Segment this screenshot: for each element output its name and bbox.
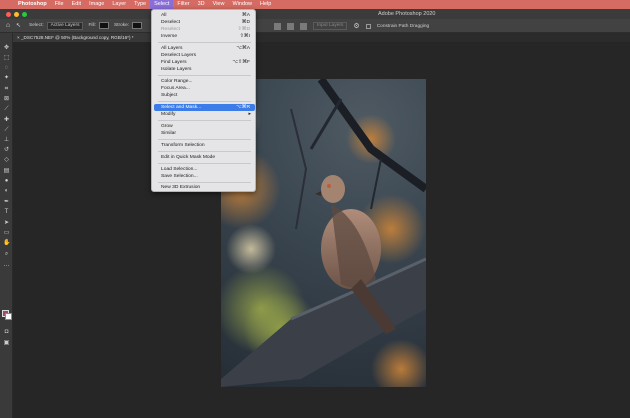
menu-item-isolate-layers[interactable]: Isolate Layers [154,66,255,73]
menu-item-grow[interactable]: Grow [154,123,255,130]
zoom-icon[interactable]: ⌕ [3,251,10,258]
marquee-icon[interactable]: ⬚ [3,55,10,62]
blur-icon[interactable]: ● [3,178,10,185]
path-align-icon[interactable] [287,22,294,30]
fill-swatch[interactable] [98,22,109,29]
options-right-group: Input Layers ⚙ Constrain Path Dragging [274,22,429,30]
stroke-swatch[interactable] [132,22,143,29]
menu-separator [158,139,251,140]
input-layers-button[interactable]: Input Layers [313,22,348,30]
menu-item-select-and-mask[interactable]: Select and Mask... ⌥⌘R [154,104,255,111]
gradient-icon[interactable]: ▤ [3,168,10,175]
path-arrange-icon[interactable] [300,22,307,30]
dodge-icon[interactable]: ◐ [3,188,10,195]
close-window-button[interactable] [6,11,11,17]
window-title-bar: Adobe Photoshop 2020 [0,9,630,19]
move-icon[interactable]: ✥ [3,45,10,52]
tool-preset-icon[interactable]: ↖ [16,22,24,30]
menu-type[interactable]: Type [130,0,150,9]
constrain-label: Constrain Path Dragging [376,23,430,29]
gear-icon[interactable]: ⚙ [353,22,359,30]
hand-icon[interactable]: ✋ [3,240,10,247]
home-icon[interactable]: ⌂ [4,22,12,30]
stroke-label: Stroke: [113,23,130,28]
shape-icon[interactable]: ▭ [3,230,10,237]
menu-separator [158,182,251,183]
menu-item-load-selection[interactable]: Load Selection... [154,166,255,173]
eyedropper-icon[interactable]: ⟋ [3,106,10,113]
pen-icon[interactable]: ✒ [3,199,10,206]
menu-item-focus-area[interactable]: Focus Area... [154,85,255,92]
menu-separator [158,120,251,121]
mac-menu-bar: Photoshop File Edit Image Layer Type Sel… [0,0,630,9]
menu-help[interactable]: Help [256,0,275,9]
menu-item-quick-mask[interactable]: Edit in Quick Mask Mode [154,154,255,161]
menu-item-color-range[interactable]: Color Range... [154,78,255,85]
background-color-swatch[interactable] [5,313,12,320]
menu-edit[interactable]: Edit [68,0,85,9]
menu-image[interactable]: Image [85,0,108,9]
menu-separator [158,75,251,76]
menu-3d[interactable]: 3D [194,0,209,9]
menu-view[interactable]: View [209,0,229,9]
menu-item-save-selection[interactable]: Save Selection... [154,173,255,180]
menu-file[interactable]: File [51,0,68,9]
menu-item-all[interactable]: All ⌘A [154,12,255,19]
menu-item-subject[interactable]: Subject [154,92,255,99]
menu-item-new-3d-extrusion[interactable]: New 3D Extrusion [154,184,255,191]
document-tab-bar: × _DSC7528.NEF @ 50% (Background copy, R… [13,33,630,42]
frame-icon[interactable]: ⊠ [3,96,10,103]
menu-item-all-layers[interactable]: All Layers ⌥⌘A [154,45,255,52]
eraser-icon[interactable]: ◇ [3,157,10,164]
menu-layer[interactable]: Layer [108,0,130,9]
select-label: Select: [29,23,44,28]
menu-photoshop[interactable]: Photoshop [14,0,51,9]
menu-item-similar[interactable]: Similar [154,130,255,137]
quick-mask-icon[interactable]: ◘ [3,329,10,336]
minimize-window-button[interactable] [14,11,19,17]
menu-separator [158,163,251,164]
menu-item-deselect[interactable]: Deselect ⌘D [154,19,255,26]
menu-separator [158,101,251,102]
healing-icon[interactable]: ✚ [3,117,10,124]
fill-label: Fill: [88,23,96,28]
lasso-icon[interactable]: ◌ [3,65,10,72]
menu-separator [158,42,251,43]
select-layers-dropdown[interactable]: Active Layers [46,21,84,30]
brush-icon[interactable]: ⟋ [3,127,10,134]
zoom-window-button[interactable] [22,11,27,17]
history-brush-icon[interactable]: ↺ [3,147,10,154]
menu-select[interactable]: Select [150,0,174,9]
window-title: Adobe Photoshop 2020 [378,11,436,17]
menu-item-reselect: Reselect ⇧⌘D [161,27,250,32]
path-ops-icon[interactable] [274,22,281,30]
tools-panel: ✥ ⬚ ◌ ✦ ⌗ ⊠ ⟋ ✚ ⟋ ⊥ ↺ ◇ ▤ ● ◐ ✒ T ➤ ▭ ✋ … [0,33,13,418]
menu-item-transform-selection[interactable]: Transform Selection [154,142,255,149]
menu-filter[interactable]: Filter [173,0,193,9]
screen-mode-icon[interactable]: ▣ [3,340,10,347]
more-tools-icon[interactable]: … [3,262,10,269]
magic-wand-icon[interactable]: ✦ [3,75,10,82]
menu-window[interactable]: Window [228,0,256,9]
window-controls [0,11,27,17]
menu-item-modify[interactable]: Modify ▸ [154,111,255,118]
document-tab-title: _DSC7528.NEF @ 50% (Background copy, RGB… [20,35,134,40]
menu-item-deselect-layers[interactable]: Deselect Layers [154,52,255,59]
crop-icon[interactable]: ⌗ [3,86,10,93]
submenu-arrow-icon: ▸ [248,112,251,117]
clone-stamp-icon[interactable]: ⊥ [3,137,10,144]
constrain-checkbox[interactable] [365,23,371,29]
options-bar: ⌂ ↖ Select: Active Layers Fill: Stroke: … [0,19,630,33]
path-select-icon[interactable]: ➤ [3,220,10,227]
select-menu-dropdown: All ⌘A Deselect ⌘D Reselect ⇧⌘D Inverse ⇧⌘I … [151,9,256,192]
menu-item-inverse[interactable]: Inverse ⇧⌘I [154,33,255,40]
document-tab[interactable]: × _DSC7528.NEF @ 50% (Background copy, R… [13,33,153,42]
type-icon[interactable]: T [3,209,10,216]
menu-separator [158,151,251,152]
menu-item-find-layers[interactable]: Find Layers ⌥⇧⌘F [154,59,255,66]
